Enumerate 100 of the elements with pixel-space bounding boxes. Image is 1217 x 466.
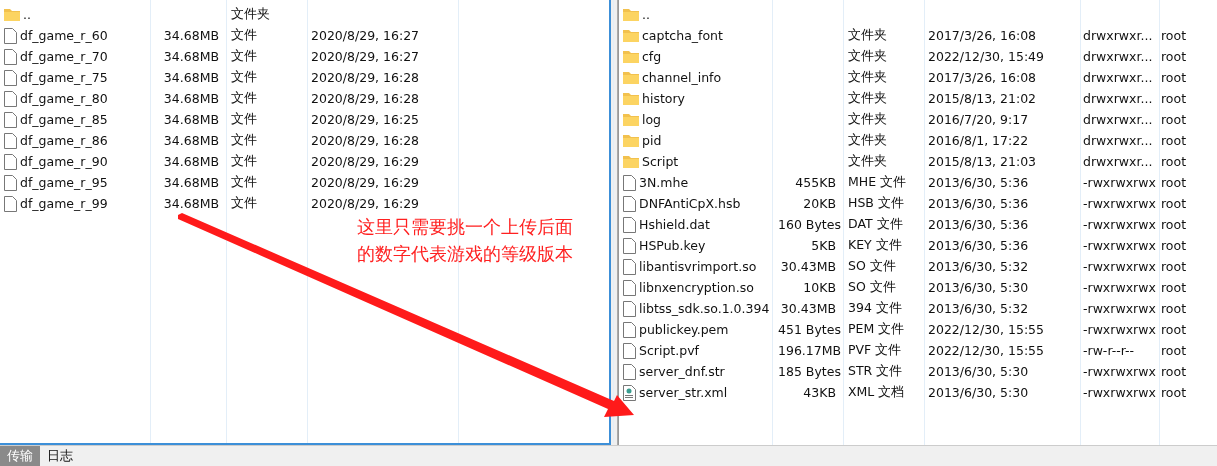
file-icon <box>4 111 17 128</box>
file-name: 3N.mhe <box>639 175 689 190</box>
modified-date: 2013/6/30, 5:30 <box>927 280 1030 295</box>
file-icon <box>623 300 636 317</box>
file-type: 文件 <box>230 69 258 86</box>
permissions: -rwxrwxrwx <box>1082 301 1155 316</box>
modified-date: 2020/8/29, 16:29 <box>310 175 421 190</box>
file-size: 34.68MB <box>162 70 220 85</box>
file-name: captcha_font <box>642 28 723 43</box>
file-size: 34.68MB <box>162 112 220 127</box>
file-icon <box>623 216 636 233</box>
file-name: .. <box>23 7 31 22</box>
pane-splitter[interactable] <box>611 0 618 446</box>
file-type: 文件夹 <box>230 6 271 23</box>
permissions: -rwxrwxrwx <box>1082 217 1155 232</box>
owner: root <box>1160 49 1188 64</box>
file-size: 34.68MB <box>162 133 220 148</box>
file-icon <box>4 195 17 212</box>
folder-icon <box>623 71 639 84</box>
file-name: channel_info <box>642 70 722 85</box>
modified-date: 2020/8/29, 16:27 <box>310 28 421 43</box>
file-name: df_game_r_70 <box>20 49 108 64</box>
modified-date: 2020/8/29, 16:28 <box>310 133 421 148</box>
file-name: df_game_r_75 <box>20 70 108 85</box>
permissions: -rw-r--r-- <box>1082 343 1136 358</box>
file-size: 34.68MB <box>162 91 220 106</box>
file-size: 185 Bytes <box>777 364 842 379</box>
file-size: 451 Bytes <box>777 322 842 337</box>
permissions: -rwxrwxrwx <box>1082 364 1155 379</box>
file-size: 30.43MB <box>779 259 837 274</box>
file-name: Hshield.dat <box>639 217 710 232</box>
file-type: 文件夹 <box>847 27 888 44</box>
file-type: 文件夹 <box>847 90 888 107</box>
modified-date: 2020/8/29, 16:28 <box>310 70 421 85</box>
xml-file-icon <box>623 384 636 401</box>
modified-date: 2013/6/30, 5:30 <box>927 364 1030 379</box>
permissions: drwxrwxr... <box>1082 28 1154 43</box>
file-icon <box>4 27 17 44</box>
owner: root <box>1160 343 1188 358</box>
folder-icon <box>623 92 639 105</box>
file-icon <box>623 237 636 254</box>
file-icon <box>623 258 636 275</box>
modified-date: 2013/6/30, 5:32 <box>927 259 1030 274</box>
owner: root <box>1160 280 1188 295</box>
owner: root <box>1160 133 1188 148</box>
file-name: df_game_r_99 <box>20 196 108 211</box>
modified-date: 2022/12/30, 15:55 <box>927 322 1045 337</box>
modified-date: 2013/6/30, 5:36 <box>927 238 1030 253</box>
file-type: SO 文件 <box>847 279 897 296</box>
file-type: 文件夹 <box>847 69 888 86</box>
folder-icon <box>623 50 639 63</box>
owner: root <box>1160 70 1188 85</box>
file-size: 34.68MB <box>162 196 220 211</box>
file-size: 30.43MB <box>779 301 837 316</box>
file-type: PVF 文件 <box>847 342 903 359</box>
file-name: df_game_r_90 <box>20 154 108 169</box>
file-type: 文件 <box>230 195 258 212</box>
panel-tab[interactable]: 日志 <box>40 446 80 466</box>
modified-date: 2020/8/29, 16:29 <box>310 196 421 211</box>
owner: root <box>1160 196 1188 211</box>
file-type: 文件 <box>230 174 258 191</box>
annotation-text: 这里只需要挑一个上传后面 的数字代表游戏的等级版本 <box>357 216 573 266</box>
file-type: 文件 <box>230 153 258 170</box>
file-type: 文件 <box>230 48 258 65</box>
modified-date: 2020/8/29, 16:27 <box>310 49 421 64</box>
owner: root <box>1160 28 1188 43</box>
file-size: 34.68MB <box>162 28 220 43</box>
modified-date: 2020/8/29, 16:29 <box>310 154 421 169</box>
file-type: DAT 文件 <box>847 216 904 233</box>
file-type: 文件夹 <box>847 153 888 170</box>
file-name: pid <box>642 133 662 148</box>
file-name: history <box>642 91 685 106</box>
file-type: 文件夹 <box>847 132 888 149</box>
file-type: 文件夹 <box>847 48 888 65</box>
file-type: PEM 文件 <box>847 321 906 338</box>
file-icon <box>4 90 17 107</box>
file-size: 20KB <box>802 196 837 211</box>
file-type: 文件 <box>230 111 258 128</box>
owner: root <box>1160 175 1188 190</box>
file-type: 394 文件 <box>847 300 903 317</box>
permissions: drwxrwxr... <box>1082 133 1154 148</box>
file-size: 34.68MB <box>162 175 220 190</box>
file-type: HSB 文件 <box>847 195 905 212</box>
permissions: drwxrwxr... <box>1082 112 1154 127</box>
modified-date: 2013/6/30, 5:36 <box>927 175 1030 190</box>
file-size: 34.68MB <box>162 154 220 169</box>
permissions: -rwxrwxrwx <box>1082 280 1155 295</box>
modified-date: 2022/12/30, 15:49 <box>927 49 1045 64</box>
owner: root <box>1160 154 1188 169</box>
permissions: -rwxrwxrwx <box>1082 259 1155 274</box>
folder-icon <box>623 155 639 168</box>
file-type: KEY 文件 <box>847 237 903 254</box>
permissions: drwxrwxr... <box>1082 91 1154 106</box>
modified-date: 2020/8/29, 16:25 <box>310 112 421 127</box>
owner: root <box>1160 364 1188 379</box>
permissions: -rwxrwxrwx <box>1082 196 1155 211</box>
file-size: 160 Bytes <box>777 217 842 232</box>
folder-icon <box>623 134 639 147</box>
file-icon <box>623 279 636 296</box>
file-type: 文件 <box>230 90 258 107</box>
